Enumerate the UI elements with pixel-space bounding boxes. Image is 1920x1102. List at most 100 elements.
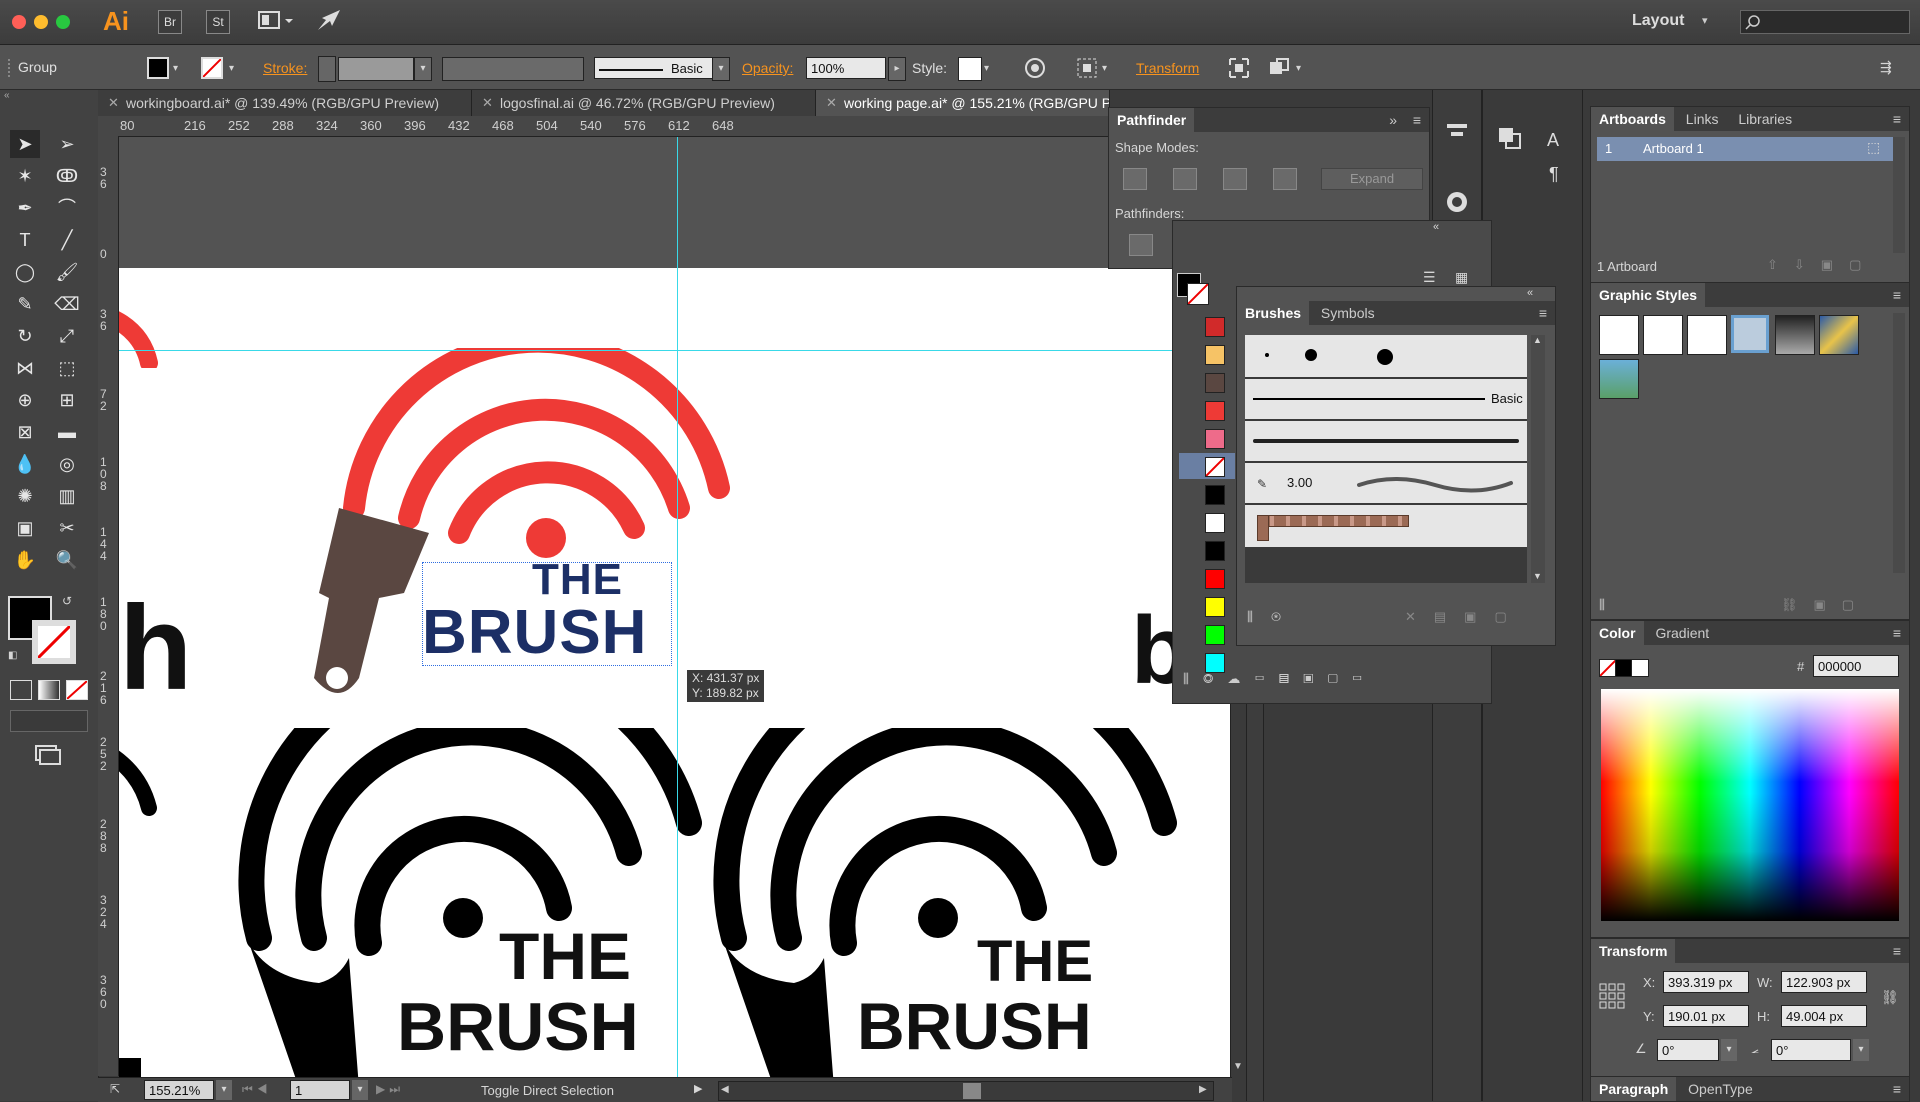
- list-view-icon[interactable]: ☰: [1423, 269, 1436, 286]
- screen-mode-icon[interactable]: [32, 742, 62, 766]
- width-field[interactable]: 122.903 px: [1781, 971, 1867, 993]
- stroke-swatch[interactable]: [32, 620, 76, 664]
- status-menu-icon[interactable]: ▶: [694, 1082, 702, 1095]
- swatch-black[interactable]: [1205, 485, 1225, 505]
- shape-mode-icon[interactable]: [1268, 57, 1290, 79]
- charcoal-brush-row[interactable]: [1245, 421, 1527, 461]
- panel-menu-icon[interactable]: ≡: [1893, 1077, 1901, 1101]
- stroke-label[interactable]: Stroke:: [263, 60, 307, 76]
- tab-workingboard[interactable]: ✕ workingboard.ai* @ 139.49% (RGB/GPU Pre…: [98, 90, 472, 116]
- chevron-down-icon[interactable]: ▾: [984, 63, 989, 74]
- swatch-black-2[interactable]: [1205, 541, 1225, 561]
- chevron-down-icon[interactable]: ▾: [216, 1080, 232, 1100]
- panel-menu-icon[interactable]: ≡: [1893, 939, 1901, 963]
- collapse-icon[interactable]: «: [4, 90, 10, 101]
- ellipse-tool-icon[interactable]: ◯: [10, 258, 40, 286]
- brush-dot-large[interactable]: [1377, 349, 1393, 365]
- gradient-tool-icon[interactable]: ▬: [52, 418, 82, 446]
- tab-artboards[interactable]: Artboards: [1591, 107, 1674, 131]
- eyedropper-tool-icon[interactable]: 💧: [10, 450, 40, 478]
- chevron-down-icon[interactable]: ▾: [352, 1080, 368, 1100]
- chevron-down-icon[interactable]: ▾: [1853, 1039, 1869, 1061]
- artboard-row-name[interactable]: Artboard 1: [1643, 141, 1704, 156]
- reference-point-icon[interactable]: [1599, 983, 1625, 1009]
- swatch-yellow[interactable]: [1205, 597, 1225, 617]
- graphic-style-2[interactable]: [1643, 315, 1683, 355]
- tab-graphic-styles[interactable]: Graphic Styles: [1591, 283, 1706, 307]
- tab-logosfinal[interactable]: ✕ logosfinal.ai @ 46.72% (RGB/GPU Preview…: [472, 90, 816, 116]
- panel-menu-icon[interactable]: ≡: [1893, 107, 1901, 131]
- horizontal-scrollbar[interactable]: ◀ ▶: [718, 1081, 1214, 1101]
- minimize-window-button[interactable]: [34, 15, 48, 29]
- close-tab-icon[interactable]: ✕: [108, 90, 119, 116]
- chevron-down-icon[interactable]: ▾: [712, 57, 730, 81]
- graphic-styles-scrollbar[interactable]: [1893, 313, 1905, 573]
- curvature-tool-icon[interactable]: ⌒: [52, 194, 82, 222]
- bridge-button[interactable]: Br: [158, 10, 182, 34]
- unite-icon[interactable]: [1123, 168, 1147, 190]
- chevron-down-icon[interactable]: ▾: [1102, 63, 1107, 74]
- chevron-down-icon[interactable]: ▾: [1296, 63, 1301, 74]
- graphic-styles-footer-icons[interactable]: ⛓▣▢: [1781, 597, 1870, 613]
- shear-field[interactable]: 0°: [1771, 1039, 1851, 1061]
- swatches-footer-icons[interactable]: ⫼◎☁▭▤▣▢▭: [1183, 671, 1483, 699]
- graphic-style-swatch[interactable]: [958, 57, 982, 81]
- zoom-window-button[interactable]: [56, 15, 70, 29]
- minus-front-icon[interactable]: [1173, 168, 1197, 190]
- magic-wand-tool-icon[interactable]: ✶: [10, 162, 40, 190]
- mesh-tool-icon[interactable]: ⊠: [10, 418, 40, 446]
- variable-width-profile[interactable]: [442, 57, 584, 81]
- brush-dot-medium[interactable]: [1305, 349, 1317, 361]
- swatch-pure-red[interactable]: [1205, 569, 1225, 589]
- symbol-sprayer-tool-icon[interactable]: ✺: [10, 482, 40, 510]
- paintbrush-tool-icon[interactable]: 🖌: [52, 258, 82, 286]
- tab-gradient[interactable]: Gradient: [1647, 621, 1717, 645]
- stroke-indicator-swatch[interactable]: [1187, 283, 1209, 305]
- line-segment-tool-icon[interactable]: ╱: [52, 226, 82, 254]
- character-panel-icon[interactable]: A: [1543, 128, 1569, 152]
- white-color-chip[interactable]: [1631, 659, 1649, 677]
- workspace-switcher[interactable]: Layout: [1632, 12, 1684, 30]
- calligraphic-brush-row[interactable]: [1245, 335, 1527, 377]
- scroll-down-icon[interactable]: ▼: [1533, 571, 1542, 581]
- rotate-tool-icon[interactable]: ↻: [10, 322, 40, 350]
- color-spectrum[interactable]: [1601, 689, 1899, 921]
- vertical-guide[interactable]: [677, 137, 678, 1077]
- artboard-nav-next-icons[interactable]: ▶⏭: [376, 1082, 404, 1097]
- draw-mode-selector[interactable]: [10, 710, 88, 732]
- x-field[interactable]: 393.319 px: [1663, 971, 1749, 993]
- collapse-panel-icon[interactable]: «: [1433, 221, 1439, 233]
- artboard-tool-icon[interactable]: ▣: [10, 514, 40, 542]
- stroke-color-swatch[interactable]: [201, 57, 223, 79]
- scroll-thumb[interactable]: [963, 1083, 981, 1099]
- graph-tool-icon[interactable]: ▥: [52, 482, 82, 510]
- scroll-down-icon[interactable]: ▼: [1233, 1061, 1243, 1072]
- swatch-red-registration[interactable]: [1205, 317, 1225, 337]
- gradient-mode-icon[interactable]: [38, 680, 60, 700]
- tab-working-page[interactable]: ✕working page.ai* @ 155.21% (RGB/GPU Pre…: [816, 90, 1110, 116]
- chevron-down-icon[interactable]: ▾: [1702, 14, 1708, 27]
- panel-menu-icon[interactable]: ≡: [1893, 283, 1901, 307]
- align-panel-icon[interactable]: [1445, 120, 1469, 142]
- graphic-style-6[interactable]: [1819, 315, 1859, 355]
- tab-transform[interactable]: Transform: [1591, 939, 1676, 963]
- panel-menu-icon[interactable]: ≡: [1893, 621, 1901, 645]
- selection-tool-icon[interactable]: ➤: [10, 130, 40, 158]
- scale-tool-icon[interactable]: ⤢: [52, 322, 82, 350]
- layers-panel-icon[interactable]: [1497, 126, 1523, 150]
- navigator-panel-icon[interactable]: [1443, 188, 1471, 216]
- brushes-footer-icons[interactable]: ⫼⊛: [1247, 609, 1299, 625]
- collapse-panel-icon[interactable]: »: [1389, 108, 1397, 132]
- exclude-icon[interactable]: [1273, 168, 1297, 190]
- fill-color-swatch[interactable]: [147, 57, 169, 79]
- scroll-left-icon[interactable]: ◀: [721, 1084, 729, 1095]
- swatch-white[interactable]: [1205, 513, 1225, 533]
- graphic-style-default[interactable]: [1599, 315, 1639, 355]
- panel-menu-icon[interactable]: ⇶: [1880, 59, 1892, 76]
- swap-fill-stroke-icon[interactable]: ↺: [62, 594, 72, 608]
- brush-definition-dropdown[interactable]: Basic: [594, 57, 730, 79]
- hand-tool-icon[interactable]: ✋: [10, 546, 40, 574]
- chevron-down-icon[interactable]: ▾: [173, 63, 178, 74]
- share-icon[interactable]: ⇱: [110, 1082, 120, 1096]
- recolor-artwork-icon[interactable]: [1024, 57, 1046, 79]
